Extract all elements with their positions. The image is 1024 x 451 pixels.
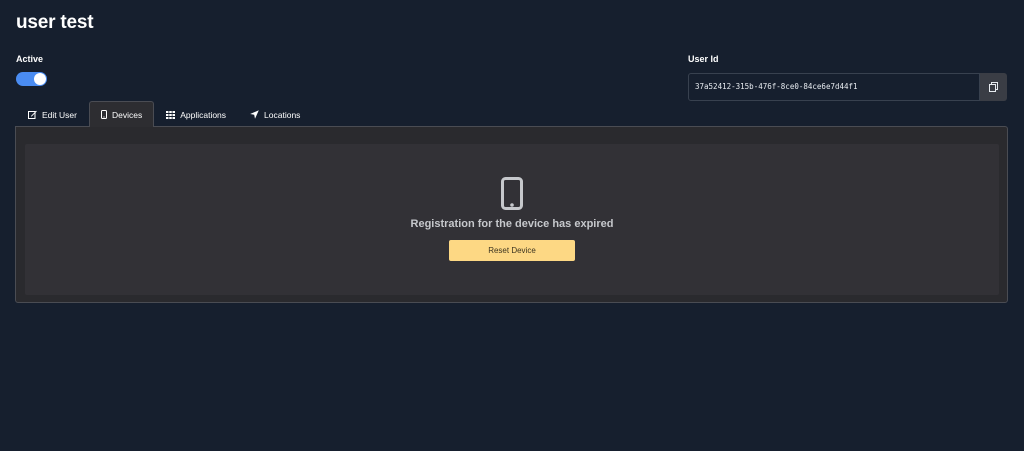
active-label: Active xyxy=(16,54,44,64)
tab-applications[interactable]: Applications xyxy=(154,101,238,127)
tab-bar: Edit User Devices Applications Locations xyxy=(16,101,312,127)
copy-icon xyxy=(989,82,998,92)
tab-edit-user[interactable]: Edit User xyxy=(16,101,89,127)
tab-locations[interactable]: Locations xyxy=(238,101,312,127)
user-id-field[interactable]: 37a52412-315b-476f-8ce0-84ce6e7d44f1 xyxy=(688,73,980,101)
tab-locations-label: Locations xyxy=(264,109,301,120)
devices-panel: Registration for the device has expired … xyxy=(15,126,1008,303)
device-expired-message: Registration for the device has expired xyxy=(410,218,614,230)
user-id-label: User Id xyxy=(688,54,719,64)
toggle-knob xyxy=(34,73,46,85)
device-status-box: Registration for the device has expired … xyxy=(25,144,999,295)
location-arrow-icon xyxy=(250,110,259,119)
grid-icon xyxy=(166,110,176,119)
mobile-phone-icon xyxy=(501,177,523,210)
page-title: user test xyxy=(16,12,94,33)
active-toggle[interactable] xyxy=(16,72,47,86)
tab-devices-label: Devices xyxy=(111,109,143,120)
tab-devices[interactable]: Devices xyxy=(88,101,155,127)
edit-icon xyxy=(28,110,37,119)
mobile-icon xyxy=(100,110,107,119)
tab-edit-user-label: Edit User xyxy=(42,109,77,120)
tab-applications-label: Applications xyxy=(180,109,227,120)
reset-device-button[interactable]: Reset Device xyxy=(449,240,575,261)
copy-button[interactable] xyxy=(980,73,1007,101)
